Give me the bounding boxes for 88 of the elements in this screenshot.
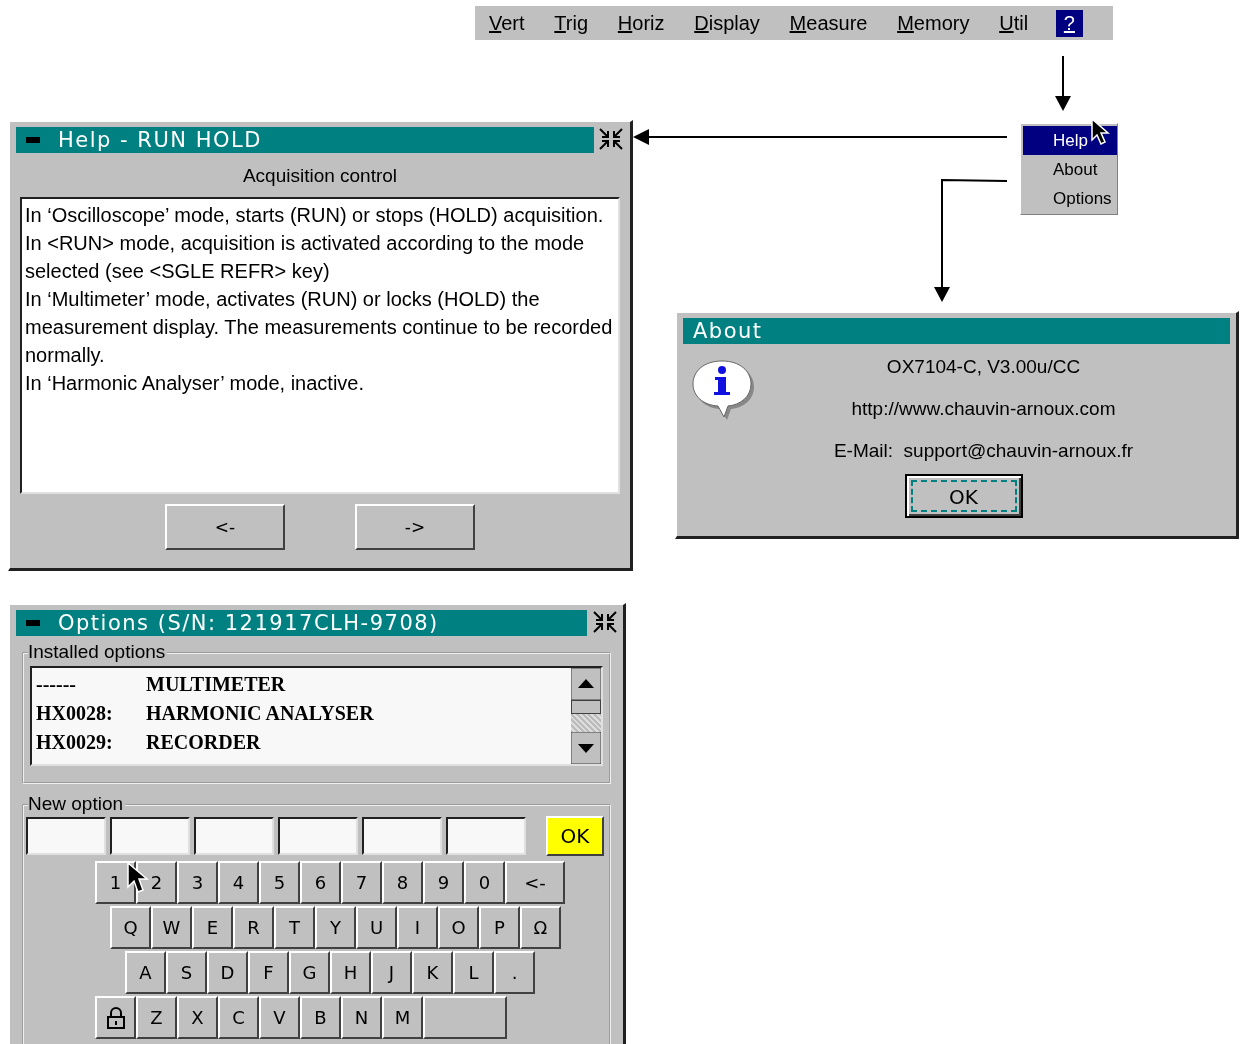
keyboard-key[interactable]: E bbox=[192, 906, 233, 949]
option-code: HX0028: bbox=[36, 702, 114, 725]
menu-item[interactable]: Display bbox=[692, 9, 762, 37]
help-paragraph: In ‘Harmonic Analyser’ mode, inactive. bbox=[25, 371, 366, 396]
keyboard-key[interactable]: Q bbox=[110, 906, 151, 949]
about-text: E-Mail: support@chauvin-arnoux.fr bbox=[833, 440, 1134, 463]
window-title: Options (S/N: 121917CLH-9708) bbox=[58, 611, 439, 635]
keyboard-key[interactable]: . bbox=[494, 951, 535, 994]
keyboard-key[interactable]: R bbox=[233, 906, 274, 949]
menu-item[interactable]: Horiz bbox=[615, 9, 667, 37]
keyboard-key[interactable]: 2 bbox=[136, 861, 177, 904]
menu-item[interactable]: Memory bbox=[895, 9, 972, 37]
keyboard-key[interactable]: 5 bbox=[259, 861, 300, 904]
keyboard-key[interactable]: Z bbox=[136, 996, 177, 1039]
scroll-thumb[interactable] bbox=[571, 700, 601, 714]
help-paragraph: In ‘Oscilloscope’ mode, starts (RUN) or stops (HOLD) acquisition. bbox=[25, 203, 605, 228]
menu-item[interactable]: Trig bbox=[552, 9, 591, 37]
arrow bbox=[1055, 56, 1071, 112]
ok-button[interactable]: OK bbox=[546, 816, 604, 856]
keyboard-key[interactable]: L bbox=[453, 951, 494, 994]
keyboard-key[interactable]: 6 bbox=[300, 861, 341, 904]
keyboard-key[interactable]: 7 bbox=[341, 861, 382, 904]
keyboard-key[interactable]: W bbox=[151, 906, 192, 949]
input-field[interactable] bbox=[362, 817, 442, 855]
keyboard-key[interactable]: T bbox=[274, 906, 315, 949]
keyboard-key[interactable]: A bbox=[125, 951, 166, 994]
lock-icon bbox=[105, 1005, 126, 1030]
keyboard-key[interactable]: P bbox=[479, 906, 520, 949]
menu-item[interactable]: Help bbox=[1023, 126, 1117, 155]
option-name: RECORDER bbox=[146, 731, 261, 754]
scroll-track[interactable] bbox=[571, 714, 601, 732]
keyboard-key[interactable]: C bbox=[218, 996, 259, 1039]
help-heading: Acquisition control bbox=[241, 164, 399, 188]
space-key[interactable] bbox=[423, 996, 507, 1039]
window-title: About bbox=[693, 319, 763, 343]
nav-button[interactable]: -> bbox=[355, 504, 475, 550]
keyboard-key[interactable]: B bbox=[300, 996, 341, 1039]
menu-item[interactable]: Options bbox=[1023, 184, 1117, 213]
help-paragraph: In <RUN> mode, acquisition is activated according to the mode selected (see <SGLE REFR> key) bbox=[25, 231, 586, 284]
input-field[interactable] bbox=[446, 817, 526, 855]
about-text: http://www.chauvin-arnoux.com bbox=[851, 398, 1116, 421]
menu-item[interactable]: Util bbox=[997, 9, 1031, 37]
option-code: HX0029: bbox=[36, 731, 114, 754]
pointer-icon bbox=[127, 862, 149, 894]
scrollbar[interactable] bbox=[571, 668, 601, 764]
keyboard-key[interactable]: 8 bbox=[382, 861, 423, 904]
keyboard-key[interactable]: 9 bbox=[423, 861, 464, 904]
keyboard-key[interactable]: I bbox=[397, 906, 438, 949]
input-field[interactable] bbox=[194, 817, 274, 855]
window-title: Help - RUN HOLD bbox=[58, 128, 262, 152]
keyboard-key[interactable]: D bbox=[207, 951, 248, 994]
ok-button[interactable]: OK bbox=[904, 474, 1023, 518]
option-name: MULTIMETER bbox=[146, 673, 286, 696]
lock-key[interactable] bbox=[95, 996, 136, 1039]
keyboard-key[interactable]: F bbox=[248, 951, 289, 994]
about-text: OX7104-C, V3.00u/CC bbox=[886, 356, 1081, 379]
option-code: ------ bbox=[36, 673, 77, 696]
collapse-icon[interactable] bbox=[598, 127, 624, 151]
keyboard-key[interactable]: Y bbox=[315, 906, 356, 949]
keyboard-key[interactable]: K bbox=[412, 951, 453, 994]
keyboard-key[interactable]: J bbox=[371, 951, 412, 994]
menu-item[interactable]: Measure bbox=[787, 9, 870, 37]
keyboard-key[interactable]: U bbox=[356, 906, 397, 949]
keyboard-key[interactable]: Ω bbox=[520, 906, 561, 949]
keyboard-key[interactable]: X bbox=[177, 996, 218, 1039]
scroll-up-icon[interactable] bbox=[571, 668, 601, 700]
keyboard-key[interactable]: S bbox=[166, 951, 207, 994]
nav-button[interactable]: <- bbox=[165, 504, 285, 550]
keyboard-key[interactable]: 4 bbox=[218, 861, 259, 904]
menu-item[interactable]: About bbox=[1023, 155, 1117, 184]
keyboard-key[interactable]: G bbox=[289, 951, 330, 994]
help-paragraph: In ‘Multimeter’ mode, activates (RUN) or locks (HOLD) the measurement display. The measurements continue to be recorded normally. bbox=[25, 287, 614, 368]
keyboard-key[interactable]: 3 bbox=[177, 861, 218, 904]
input-field[interactable] bbox=[110, 817, 190, 855]
menu-item[interactable]: ? bbox=[1055, 9, 1083, 37]
keyboard-key[interactable]: N bbox=[341, 996, 382, 1039]
collapse-icon[interactable] bbox=[592, 610, 618, 634]
option-name: HARMONIC ANALYSER bbox=[146, 702, 374, 725]
input-field[interactable] bbox=[278, 817, 358, 855]
keyboard-key[interactable]: 0 bbox=[464, 861, 505, 904]
input-field[interactable] bbox=[26, 817, 106, 855]
keyboard-key[interactable]: M bbox=[382, 996, 423, 1039]
menu-item[interactable]: Vert bbox=[487, 9, 527, 37]
keyboard-key[interactable]: H bbox=[330, 951, 371, 994]
keyboard-key[interactable]: V bbox=[259, 996, 300, 1039]
scroll-down-icon[interactable] bbox=[571, 732, 601, 764]
keyboard-key[interactable]: <- bbox=[505, 861, 565, 904]
keyboard-key[interactable]: O bbox=[438, 906, 479, 949]
